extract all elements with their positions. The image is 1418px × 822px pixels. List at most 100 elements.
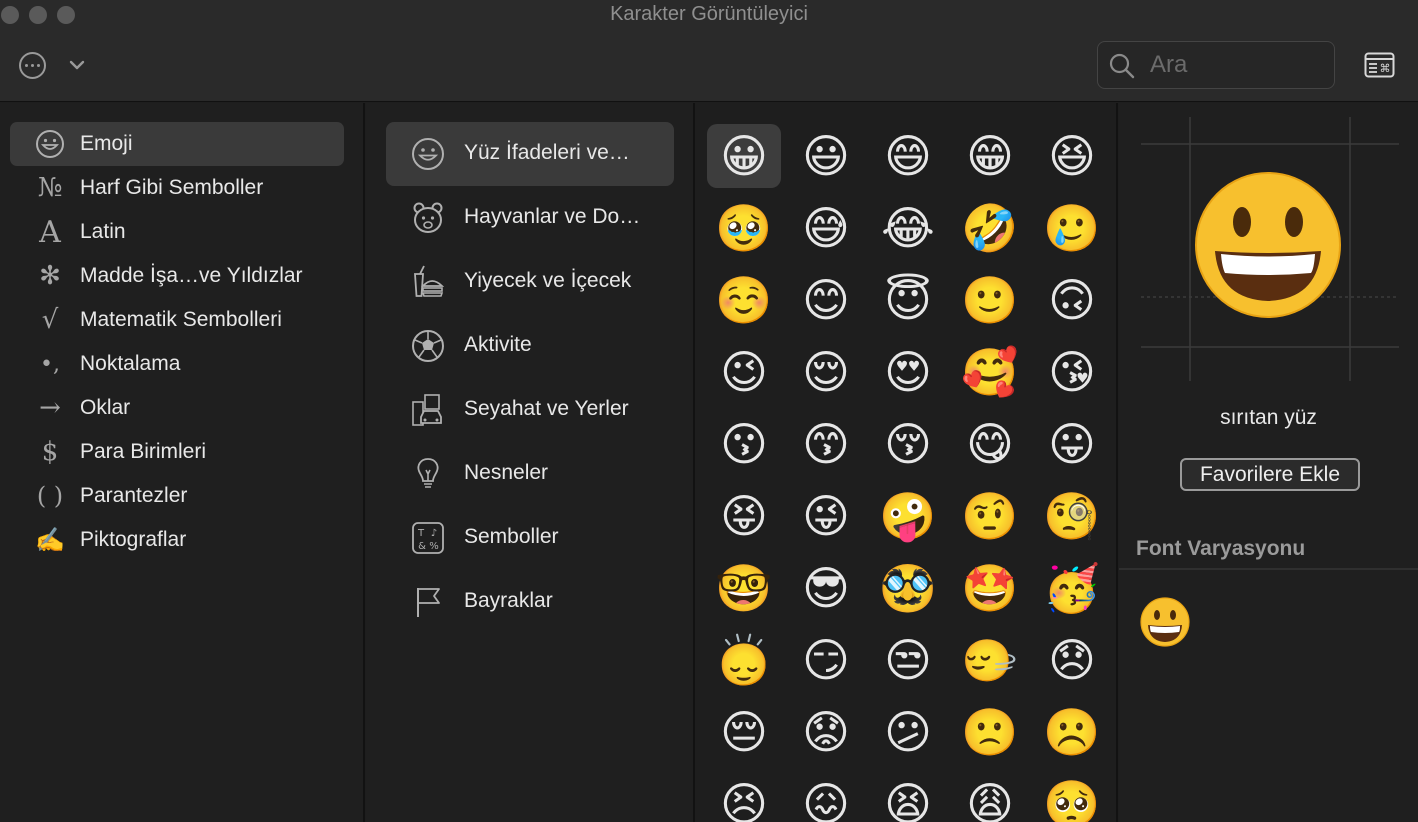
emoji-cell[interactable]: 😁 <box>953 124 1027 188</box>
emoji-cell[interactable]: 😆 <box>1035 124 1109 188</box>
divider <box>1119 568 1418 570</box>
search-box[interactable] <box>1097 41 1335 89</box>
category-label: Piktograflar <box>80 528 187 551</box>
emoji-cell[interactable]: 😙 <box>789 412 863 476</box>
emoji-cell[interactable]: 😘 <box>1035 340 1109 404</box>
search-input[interactable] <box>1150 48 1325 82</box>
subcategory-item-activity[interactable]: Aktivite <box>386 314 674 378</box>
emoji-cell[interactable]: 🧐 <box>1035 484 1109 548</box>
emoji-cell[interactable]: 🙂‍↔️ <box>953 628 1027 692</box>
emoji-cell[interactable]: 🤨 <box>953 484 1027 548</box>
chevron-down-icon[interactable] <box>66 54 88 76</box>
category-label: Para Birimleri <box>80 440 207 463</box>
square-root-icon: √ <box>41 305 59 335</box>
writing-hand-icon: ✍ <box>35 526 65 554</box>
emoji-cell[interactable]: 🤪 <box>871 484 945 548</box>
category-item-punctuation[interactable]: •, Noktalama <box>10 342 344 386</box>
emoji-cell[interactable]: 😀 <box>707 124 781 188</box>
emoji-cell[interactable]: 😒 <box>871 628 945 692</box>
emoji-cell[interactable]: 🥸 <box>871 556 945 620</box>
emoji-cell[interactable]: 🤣 <box>953 196 1027 260</box>
category-item-bullets-stars[interactable]: ✻ Madde İşa…ve Yıldızlar <box>10 254 344 298</box>
category-item-letterlike[interactable]: № Harf Gibi Semboller <box>10 166 344 210</box>
emoji-cell[interactable]: 🙃 <box>1035 268 1109 332</box>
emoji-cell[interactable]: 😚 <box>871 412 945 476</box>
emoji-cell[interactable]: 😅 <box>789 196 863 260</box>
emoji-cell[interactable]: ☹️ <box>1035 700 1109 764</box>
emoji-cell[interactable]: 🤩 <box>953 556 1027 620</box>
emoji-cell[interactable]: 😋 <box>953 412 1027 476</box>
emoji-cell[interactable]: 😟 <box>789 700 863 764</box>
emoji-cell[interactable]: 😔 <box>707 700 781 764</box>
character-name: sırıtan yüz <box>1220 406 1317 429</box>
category-item-currency[interactable]: $ Para Birimleri <box>10 430 344 474</box>
category-label: Latin <box>80 220 126 243</box>
emoji-cell[interactable]: 😍 <box>871 340 945 404</box>
emoji-cell[interactable]: 😕 <box>871 700 945 764</box>
dot <box>25 64 28 67</box>
emoji-cell[interactable]: 😏 <box>789 628 863 692</box>
building-car-icon <box>412 394 442 426</box>
svg-text:%: % <box>429 541 439 552</box>
emoji-cell[interactable]: 😊 <box>789 268 863 332</box>
emoji-cell[interactable]: 😇 <box>871 268 945 332</box>
subcategory-item-food[interactable]: Yiyecek ve İçecek <box>386 250 674 314</box>
category-item-emoji[interactable]: Emoji <box>10 122 344 166</box>
dot <box>31 64 34 67</box>
subcategory-item-flags[interactable]: Bayraklar <box>386 570 674 634</box>
emoji-cell[interactable]: 🙂 <box>953 268 1027 332</box>
emoji-cell[interactable]: 😂 <box>871 196 945 260</box>
emoji-cell[interactable]: 🥰 <box>953 340 1027 404</box>
emoji-cell[interactable]: 🥹 <box>707 196 781 260</box>
emoji-cell[interactable]: 😉 <box>707 340 781 404</box>
subcategory-label: Nesneler <box>464 461 549 484</box>
subcategory-item-objects[interactable]: Nesneler <box>386 442 674 506</box>
subcategory-label: Yüz İfadeleri ve… <box>464 141 630 164</box>
subcategory-item-smileys[interactable]: Yüz İfadeleri ve… <box>386 122 674 186</box>
category-label: Matematik Sembolleri <box>80 308 282 331</box>
emoji-cell[interactable]: ☺️ <box>707 268 781 332</box>
add-to-favorites-button[interactable]: Favorilere Ekle <box>1180 458 1360 491</box>
subcategory-item-travel[interactable]: Seyahat ve Yerler <box>386 378 674 442</box>
category-label: Oklar <box>80 396 131 419</box>
subcategory-item-symbols[interactable]: T ♪ & % Semboller <box>386 506 674 570</box>
window-title: Karakter Görüntüleyici <box>610 3 808 25</box>
emoji-cell[interactable]: 😌 <box>789 340 863 404</box>
emoji-cell[interactable]: 😎 <box>789 556 863 620</box>
emoji-cell[interactable]: 😗 <box>707 412 781 476</box>
category-item-pictographs[interactable]: ✍ Piktograflar <box>10 518 344 562</box>
category-item-math[interactable]: √ Matematik Sembolleri <box>10 298 344 342</box>
font-variation-glyph[interactable] <box>1136 593 1194 651</box>
emoji-cell[interactable]: 😛 <box>1035 412 1109 476</box>
more-options-button[interactable] <box>19 52 46 79</box>
emoji-cell[interactable]: 😜 <box>789 484 863 548</box>
category-label: Madde İşa…ve Yıldızlar <box>80 264 303 287</box>
emoji-cell[interactable]: 😝 <box>707 484 781 548</box>
category-item-arrows[interactable]: → Oklar <box>10 386 344 430</box>
emoji-cell[interactable]: 😖 <box>789 772 863 822</box>
emoji-cell[interactable]: 🥺 <box>1035 772 1109 822</box>
emoji-cell[interactable]: 🥲 <box>1035 196 1109 260</box>
emoji-cell[interactable]: 😣 <box>707 772 781 822</box>
emoji-cell[interactable]: 🙁 <box>953 700 1027 764</box>
subcategory-item-animals[interactable]: Hayvanlar ve Do… <box>386 186 674 250</box>
category-item-brackets[interactable]: ( ) Parantezler <box>10 474 344 518</box>
category-item-latin[interactable]: A Latin <box>10 210 344 254</box>
search-icon <box>1109 53 1135 79</box>
emoji-cell[interactable]: 🥳 <box>1035 556 1109 620</box>
category-label: Parantezler <box>80 484 188 507</box>
svg-text:T: T <box>417 528 425 539</box>
parentheses-icon: ( ) <box>36 482 64 510</box>
category-label: Harf Gibi Semboller <box>80 176 264 199</box>
emoji-cell[interactable]: 😄 <box>871 124 945 188</box>
soccer-ball-icon <box>412 330 444 362</box>
keyboard-viewer-icon[interactable]: ⌘ <box>1364 52 1395 78</box>
category-label: Emoji <box>80 132 133 155</box>
subcategory-label: Seyahat ve Yerler <box>464 397 629 420</box>
emoji-cell[interactable]: 🤓 <box>707 556 781 620</box>
emoji-cell[interactable]: 😞 <box>1035 628 1109 692</box>
emoji-cell[interactable]: 😩 <box>953 772 1027 822</box>
emoji-cell[interactable]: 😃 <box>789 124 863 188</box>
emoji-cell[interactable]: 🙂‍↕️ <box>707 628 781 692</box>
emoji-cell[interactable]: 😫 <box>871 772 945 822</box>
